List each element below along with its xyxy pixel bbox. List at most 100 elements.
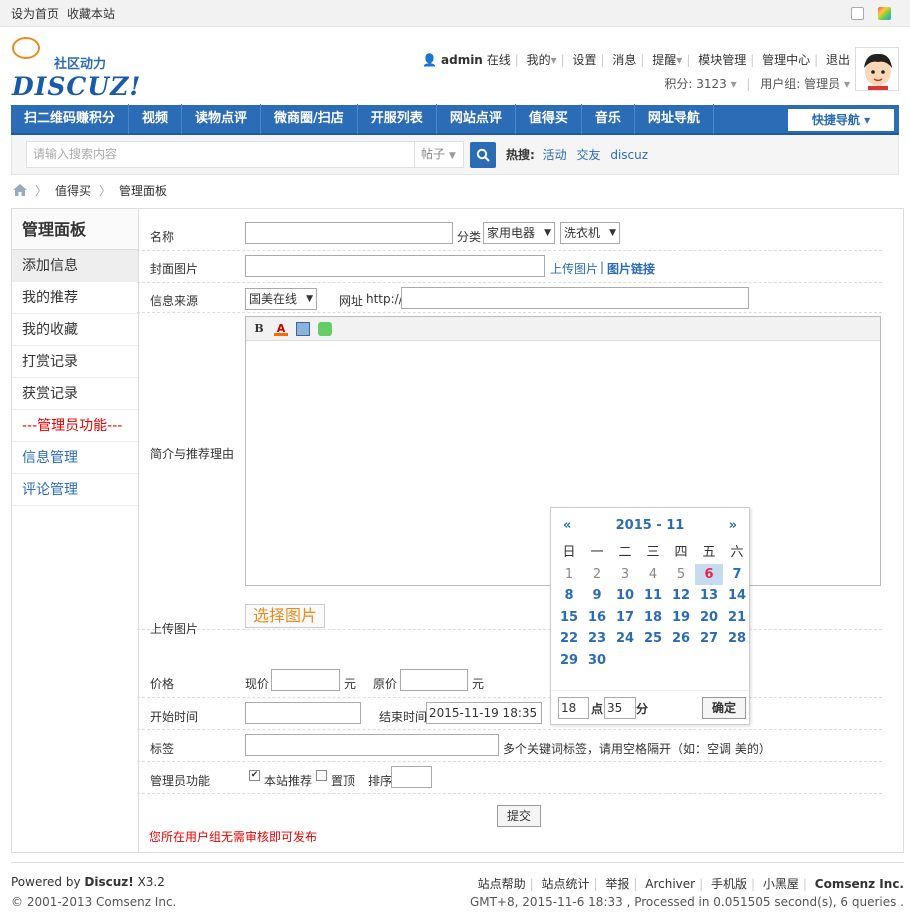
- footer-link-help[interactable]: 站点帮助: [478, 877, 526, 891]
- search-button[interactable]: [470, 141, 496, 168]
- sidebar-item-info-manage[interactable]: 信息管理: [12, 442, 138, 474]
- cover-input[interactable]: [245, 255, 545, 277]
- nav-item-site-review[interactable]: 网站点评: [437, 104, 516, 134]
- calendar-day[interactable]: 25: [639, 628, 667, 650]
- footer-link-mobile[interactable]: 手机版: [711, 877, 747, 891]
- recommend-checkbox[interactable]: ✔: [249, 770, 260, 781]
- original-price-input[interactable]: [400, 669, 468, 691]
- module-admin-link[interactable]: 模块管理: [698, 53, 746, 67]
- bold-icon[interactable]: B: [252, 322, 266, 336]
- calendar-day[interactable]: 9: [583, 585, 611, 607]
- calendar-day[interactable]: 22: [555, 628, 583, 650]
- calendar-day[interactable]: 3: [611, 564, 639, 586]
- footer-link-stats[interactable]: 站点统计: [541, 877, 589, 891]
- breadcrumb-worth-buying[interactable]: 值得买: [55, 182, 91, 199]
- image-icon[interactable]: [296, 321, 310, 336]
- sidebar-item-tip-records[interactable]: 打赏记录: [12, 346, 138, 378]
- nav-item-worth-buying[interactable]: 值得买: [516, 104, 582, 134]
- calendar-day-today[interactable]: 6: [695, 563, 723, 585]
- sidebar-item-comment-manage[interactable]: 评论管理: [12, 474, 138, 506]
- color-icon[interactable]: [878, 6, 891, 20]
- name-input[interactable]: [245, 222, 453, 244]
- nav-item-url-nav[interactable]: 网址导航: [635, 104, 714, 134]
- hot-link-activity[interactable]: 活动: [543, 148, 567, 162]
- calendar-day[interactable]: 4: [639, 564, 667, 586]
- search-type-select[interactable]: 帖子 ▼: [414, 141, 464, 168]
- calendar-day[interactable]: 15: [555, 607, 583, 629]
- quick-nav-button[interactable]: 快捷导航 ▾: [788, 109, 894, 131]
- calendar-day[interactable]: 7: [723, 564, 751, 586]
- logout-link[interactable]: 退出: [826, 53, 850, 67]
- image-link-link[interactable]: 图片链接: [607, 260, 655, 277]
- calendar-day[interactable]: 8: [555, 585, 583, 607]
- nav-item-server-list[interactable]: 开服列表: [358, 104, 437, 134]
- calendar-day[interactable]: 12: [667, 585, 695, 607]
- sidebar-item-add-info[interactable]: 添加信息: [12, 250, 138, 282]
- settings-link[interactable]: 设置: [573, 53, 597, 67]
- calendar-day[interactable]: 17: [611, 607, 639, 629]
- calendar-day[interactable]: 20: [695, 607, 723, 629]
- start-time-input[interactable]: [245, 702, 361, 724]
- hour-input[interactable]: 18: [558, 697, 589, 719]
- calendar-day[interactable]: 10: [611, 585, 639, 607]
- calendar-day[interactable]: 27: [695, 628, 723, 650]
- url-input[interactable]: [401, 287, 749, 309]
- messages-link[interactable]: 消息: [612, 53, 636, 67]
- nav-item-music[interactable]: 音乐: [582, 104, 635, 134]
- calendar-day[interactable]: 11: [639, 585, 667, 607]
- avatar[interactable]: [855, 47, 899, 91]
- calendar-day[interactable]: 19: [667, 607, 695, 629]
- hot-link-discuz[interactable]: discuz: [610, 148, 648, 162]
- top-checkbox[interactable]: [316, 770, 327, 781]
- calendar-day[interactable]: 16: [583, 607, 611, 629]
- font-color-icon[interactable]: A: [274, 322, 288, 336]
- order-input[interactable]: [391, 766, 432, 788]
- choose-image-button[interactable]: 选择图片: [245, 604, 325, 628]
- sidebar-item-my-recommend[interactable]: 我的推荐: [12, 282, 138, 314]
- calendar-day[interactable]: 28: [723, 628, 751, 650]
- calendar-day[interactable]: 2: [583, 564, 611, 586]
- calendar-day[interactable]: 1: [555, 564, 583, 586]
- expand-icon[interactable]: [851, 6, 864, 20]
- calendar-day[interactable]: 26: [667, 628, 695, 650]
- points-link[interactable]: 积分: 3123: [664, 77, 726, 91]
- minute-input[interactable]: 35: [604, 697, 636, 719]
- calendar-day[interactable]: 18: [639, 607, 667, 629]
- calendar-day[interactable]: 5: [667, 564, 695, 586]
- username-link[interactable]: admin: [441, 53, 483, 67]
- calendar-day[interactable]: 30: [583, 650, 611, 672]
- footer-link-report[interactable]: 举报: [605, 877, 629, 891]
- category1-select[interactable]: 家用电器: [483, 222, 555, 244]
- nav-item-video[interactable]: 视频: [129, 104, 183, 134]
- calendar-day[interactable]: 21: [723, 607, 751, 629]
- link-icon[interactable]: [318, 321, 332, 336]
- footer-link-archiver[interactable]: Archiver: [645, 877, 695, 891]
- end-time-input[interactable]: 2015-11-19 18:35: [426, 702, 542, 724]
- upload-image-link[interactable]: 上传图片: [550, 260, 598, 277]
- nav-item-qrcode[interactable]: 扫二维码赚积分: [11, 104, 130, 134]
- bookmark-link[interactable]: 收藏本站: [67, 5, 115, 22]
- user-group-link[interactable]: 用户组: 管理员: [760, 77, 840, 91]
- calendar-day[interactable]: 29: [555, 650, 583, 672]
- submit-button[interactable]: 提交: [497, 805, 541, 827]
- my-menu[interactable]: 我的: [527, 53, 551, 67]
- calendar-day[interactable]: 23: [583, 628, 611, 650]
- nav-item-microbiz[interactable]: 微商圈/扫店: [261, 104, 358, 134]
- next-month-button[interactable]: »: [729, 518, 737, 533]
- notify-link[interactable]: 提醒: [652, 53, 676, 67]
- calendar-day[interactable]: 24: [611, 628, 639, 650]
- search-input[interactable]: 请输入搜索内容: [26, 141, 414, 168]
- footer-company-link[interactable]: Comsenz Inc.: [815, 877, 904, 891]
- calendar-confirm-button[interactable]: 确定: [702, 697, 746, 719]
- admin-center-link[interactable]: 管理中心: [762, 53, 810, 67]
- category2-select[interactable]: 洗衣机: [560, 222, 620, 244]
- footer-brand-link[interactable]: Discuz!: [84, 875, 133, 889]
- nav-item-reading[interactable]: 读物点评: [182, 104, 262, 134]
- prev-month-button[interactable]: «: [563, 518, 571, 533]
- sidebar-item-my-favorites[interactable]: 我的收藏: [12, 314, 138, 346]
- calendar-day[interactable]: 14: [723, 585, 751, 607]
- calendar-day[interactable]: 13: [695, 585, 723, 607]
- hot-link-dating[interactable]: 交友: [576, 148, 600, 162]
- tag-input[interactable]: [245, 734, 499, 756]
- source-select[interactable]: 国美在线: [245, 288, 317, 310]
